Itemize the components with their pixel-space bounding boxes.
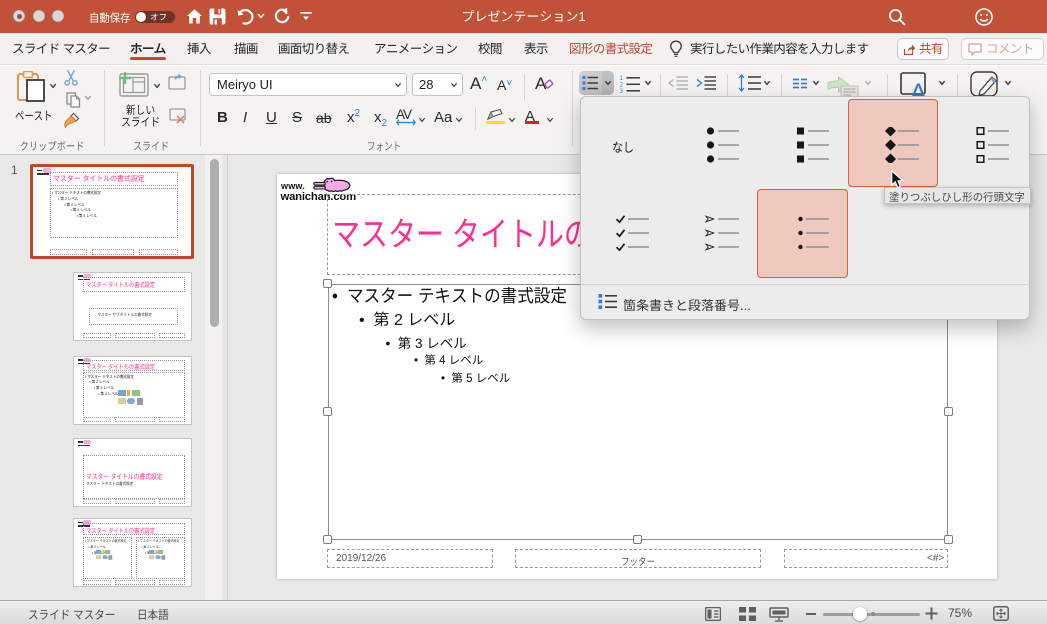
svg-text:3: 3 [620,88,624,93]
